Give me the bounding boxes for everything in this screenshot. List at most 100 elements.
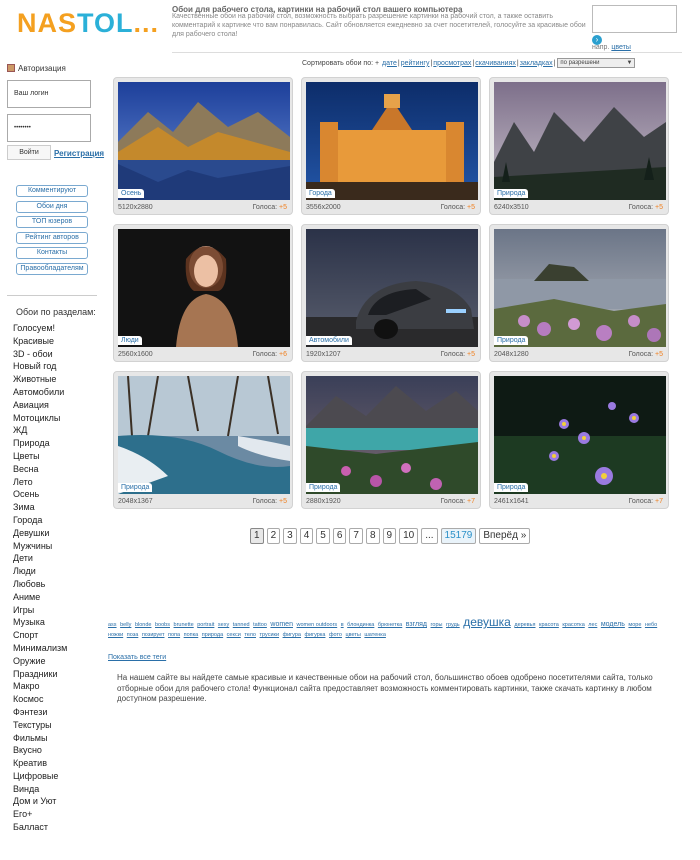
tag-link[interactable]: boobs bbox=[155, 622, 170, 628]
sidebar-item[interactable]: Цветы bbox=[13, 450, 67, 463]
sort-by-rating[interactable]: рейтингу bbox=[401, 60, 430, 67]
tag-link[interactable]: попка bbox=[184, 632, 199, 638]
sidebar-item[interactable]: Креатив bbox=[13, 757, 67, 770]
wallpaper-image-car[interactable] bbox=[306, 229, 478, 347]
page-button[interactable]: 5 bbox=[316, 528, 330, 544]
page-button[interactable]: 9 bbox=[382, 528, 397, 544]
page-button[interactable]: 4 bbox=[299, 528, 314, 544]
sidebar-item[interactable]: Космос bbox=[13, 693, 67, 706]
sidebar-item[interactable]: Его+ bbox=[13, 808, 67, 821]
tag-link[interactable]: шатенка bbox=[364, 632, 386, 638]
tag-link[interactable]: лес bbox=[588, 622, 597, 628]
sidebar-item[interactable]: Праздники bbox=[13, 668, 67, 681]
sidebar-item[interactable]: Красивые bbox=[13, 335, 67, 348]
sidebar-item[interactable]: Авиация bbox=[13, 399, 67, 412]
card-category[interactable]: Природа bbox=[494, 336, 529, 345]
sort-by-date[interactable]: дате bbox=[382, 60, 397, 67]
wallpaper-card[interactable]: Осень 5120x2880 Голоса: +5 bbox=[113, 77, 293, 215]
wallpaper-card[interactable]: Автомобили 1920x1207 Голоса: +5 bbox=[301, 224, 481, 362]
show-all-tags-link[interactable]: Показать все теги bbox=[108, 654, 166, 661]
tag-link[interactable]: цветы bbox=[346, 632, 361, 638]
sort-by-views[interactable]: просмотрах bbox=[433, 60, 471, 67]
wallpaper-image-museum-night[interactable] bbox=[306, 82, 478, 200]
sidebar-item[interactable]: Фэнтези bbox=[13, 706, 67, 719]
sidebar-item[interactable]: Осень bbox=[13, 488, 67, 501]
wallpaper-card[interactable]: Природа 2048x1367 Голоса: +5 bbox=[113, 371, 293, 509]
sidebar-item[interactable]: Дети bbox=[13, 552, 67, 565]
sidebar-item[interactable]: Автомобили bbox=[13, 386, 67, 399]
sidebar-item[interactable]: Фильмы bbox=[13, 732, 67, 745]
sidebar-item[interactable]: Мотоциклы bbox=[13, 412, 67, 425]
sidebar-item[interactable]: Города bbox=[13, 514, 67, 527]
tag-link[interactable]: portrait bbox=[197, 622, 214, 628]
page-button[interactable]: 10 bbox=[399, 528, 419, 544]
tag-link[interactable]: ножки bbox=[108, 632, 123, 638]
sidebar-item[interactable]: Люди bbox=[13, 565, 67, 578]
search-hint-link[interactable]: цветы bbox=[611, 44, 631, 51]
sidebar-item[interactable]: Макро bbox=[13, 680, 67, 693]
card-category[interactable]: Города bbox=[306, 189, 335, 198]
site-logo[interactable]: NASTOL... bbox=[17, 8, 159, 39]
card-category[interactable]: Природа bbox=[118, 483, 153, 492]
tag-link[interactable]: взгляд bbox=[406, 621, 427, 628]
sidebar-item[interactable]: Природа bbox=[13, 437, 67, 450]
wallpaper-card[interactable]: Природа 2461x1641 Голоса: +7 bbox=[489, 371, 669, 509]
sidebar-item[interactable]: Оружие bbox=[13, 655, 67, 668]
tag-link[interactable]: природа bbox=[202, 632, 223, 638]
tag-link[interactable]: деревья bbox=[514, 622, 535, 628]
wallpaper-image-autumn-lake[interactable] bbox=[118, 82, 290, 200]
card-category[interactable]: Автомобили bbox=[306, 336, 352, 345]
sidebar-item[interactable]: Новый год bbox=[13, 360, 67, 373]
wallpaper-card[interactable]: Природа 2048x1280 Голоса: +5 bbox=[489, 224, 669, 362]
sidebar-item[interactable]: Зима bbox=[13, 501, 67, 514]
tag-link[interactable]: блондинка bbox=[347, 622, 374, 628]
sidebar-item[interactable]: Девушки bbox=[13, 527, 67, 540]
tag-link[interactable]: брюнетка bbox=[378, 622, 402, 628]
side-button-contacts[interactable]: Контакты bbox=[16, 247, 88, 259]
tag-link[interactable]: фигурка bbox=[305, 632, 326, 638]
search-input[interactable] bbox=[592, 5, 677, 33]
sidebar-item[interactable]: Весна bbox=[13, 463, 67, 476]
card-category[interactable]: Люди bbox=[118, 336, 142, 345]
tag-link[interactable]: women outdoors bbox=[297, 622, 338, 628]
page-button[interactable]: 8 bbox=[365, 528, 380, 544]
resolution-select[interactable]: по разрешени ▼ bbox=[557, 58, 636, 68]
tag-link[interactable]: горы bbox=[431, 622, 443, 628]
sidebar-item[interactable]: Лето bbox=[13, 476, 67, 489]
tag-link[interactable]: в bbox=[341, 622, 344, 628]
sidebar-item[interactable]: Цифровые bbox=[13, 770, 67, 783]
sidebar-item[interactable]: ЖД bbox=[13, 424, 67, 437]
tag-link[interactable]: фигура bbox=[283, 632, 301, 638]
sidebar-item[interactable]: Игры bbox=[13, 604, 67, 617]
wallpaper-image-mountain-lake-flowers[interactable] bbox=[306, 376, 478, 494]
side-button-top-users[interactable]: ТОП юзеров bbox=[16, 216, 88, 228]
sort-by-bookmarks[interactable]: закладках bbox=[520, 60, 553, 67]
sidebar-item[interactable]: Вкусно bbox=[13, 744, 67, 757]
tag-link[interactable]: секси bbox=[227, 632, 241, 638]
sort-by-downloads[interactable]: скачиваниях bbox=[475, 60, 516, 67]
tag-link[interactable]: тело bbox=[244, 632, 256, 638]
card-category[interactable]: Природа bbox=[494, 483, 529, 492]
side-button-copyright[interactable]: Правообладателям bbox=[16, 263, 88, 275]
wallpaper-image-snowy-stream[interactable] bbox=[118, 376, 290, 494]
register-link[interactable]: Регистрация bbox=[54, 149, 104, 158]
page-button[interactable]: 7 bbox=[349, 528, 363, 544]
tag-link[interactable]: небо bbox=[645, 622, 657, 628]
side-button-comments[interactable]: Комментируют bbox=[16, 185, 88, 197]
sidebar-item[interactable]: Животные bbox=[13, 373, 67, 386]
page-button[interactable]: 6 bbox=[332, 528, 347, 544]
card-category[interactable]: Осень bbox=[118, 189, 145, 198]
tag-link[interactable]: tattoo bbox=[253, 622, 267, 628]
wallpaper-card[interactable]: Люди 2560x1600 Голоса: +6 bbox=[113, 224, 293, 362]
login-input[interactable]: Ваш логин bbox=[7, 80, 91, 108]
tag-link[interactable]: фото bbox=[329, 632, 342, 638]
sidebar-item[interactable]: Любовь bbox=[13, 578, 67, 591]
side-button-wallpaper-of-day[interactable]: Обои дня bbox=[16, 201, 88, 213]
wallpaper-card[interactable]: Города 3556x2000 Голоса: +5 bbox=[301, 77, 481, 215]
sidebar-item[interactable]: Музыка bbox=[13, 616, 67, 629]
wallpaper-image-girl-portrait[interactable] bbox=[118, 229, 290, 347]
tag-link[interactable]: девушка bbox=[463, 615, 511, 629]
tag-link[interactable]: blonde bbox=[135, 622, 152, 628]
tag-link[interactable]: tanned bbox=[233, 622, 250, 628]
side-button-author-rating[interactable]: Рейтинг авторов bbox=[16, 232, 88, 244]
